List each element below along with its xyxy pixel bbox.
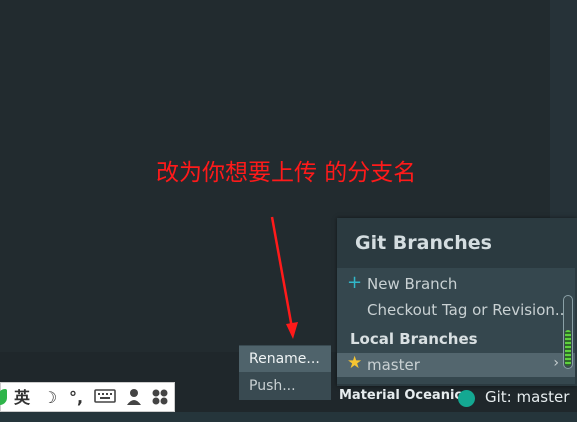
moon-icon[interactable]: ☽ — [39, 388, 61, 408]
local-branches-header: Local Branches — [350, 330, 478, 348]
settings-grid-icon[interactable] — [149, 388, 171, 408]
scrollbar-thumb[interactable] — [565, 330, 571, 366]
user-voice-icon[interactable] — [123, 388, 145, 408]
branch-item-master[interactable]: ★ master › — [337, 353, 575, 377]
popup-title: Git Branches — [355, 232, 492, 254]
annotation-text: 改为你想要上传 的分支名 — [156, 160, 417, 186]
branch-submenu: Rename... Push... — [239, 345, 331, 400]
editor-scroll-gutter — [550, 0, 577, 218]
theme-label[interactable]: Material Oceanic — [339, 388, 462, 403]
keyboard-icon[interactable] — [93, 388, 117, 408]
git-branch-widget[interactable]: Git: master — [485, 388, 569, 406]
ime-toolbar: 英 ☽ °, — [0, 382, 175, 412]
window-bottom-edge — [0, 412, 577, 422]
punctuation-icon[interactable]: °, — [65, 388, 87, 408]
plus-icon: + — [347, 272, 363, 293]
checkout-tag-item[interactable]: Checkout Tag or Revision... — [337, 298, 575, 322]
chevron-right-icon: › — [553, 355, 559, 371]
new-branch-item[interactable]: + New Branch — [337, 272, 575, 296]
theme-color-icon — [458, 390, 475, 407]
language-toggle-button[interactable]: 英 — [11, 388, 33, 408]
rename-menu-item[interactable]: Rename... — [239, 346, 331, 372]
star-icon: ★ — [347, 353, 363, 373]
branch-list-scrollbar[interactable] — [563, 295, 573, 369]
branch-list: + New Branch Checkout Tag or Revision...… — [337, 268, 575, 384]
push-menu-item[interactable]: Push... — [239, 373, 331, 399]
git-branches-popup: Git Branches + New Branch Checkout Tag o… — [337, 218, 577, 386]
leaf-logo-icon[interactable] — [0, 389, 7, 405]
